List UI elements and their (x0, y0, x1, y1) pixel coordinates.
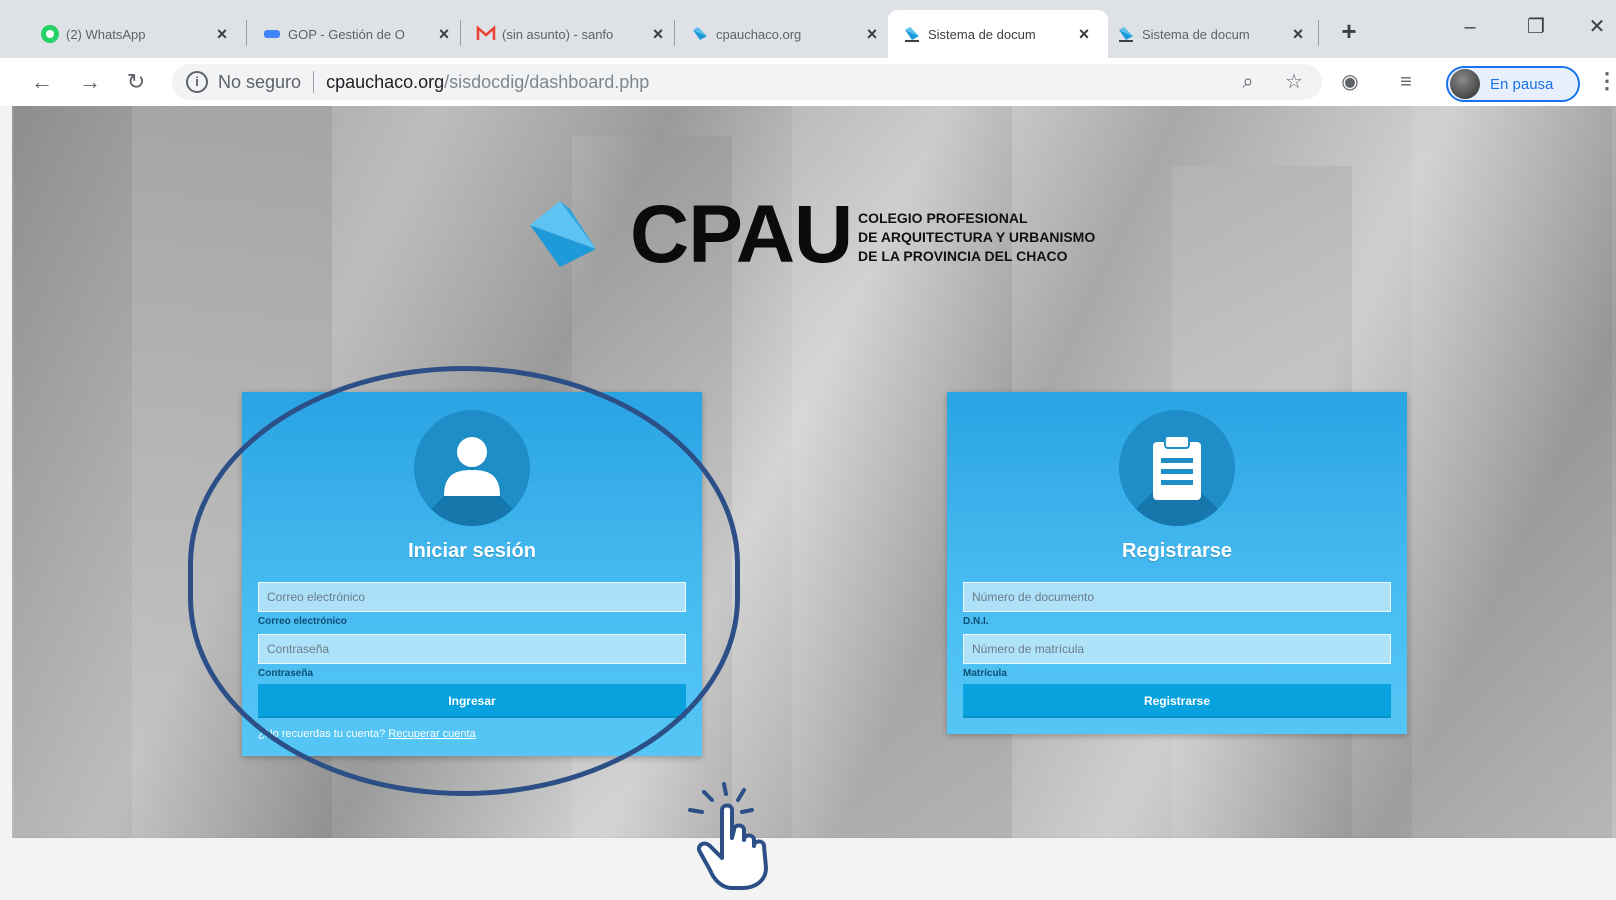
pointing-hand-icon (688, 782, 768, 890)
profile-status: En pausa (1490, 75, 1554, 93)
document-label: D.N.I. (963, 616, 989, 627)
divider (313, 71, 315, 93)
tab-sistema[interactable]: Sistema de docum × (1102, 10, 1322, 58)
page-footer (0, 838, 1616, 900)
tab-title: (2) WhatsApp (66, 26, 146, 42)
tab-cpauchaco[interactable]: cpauchaco.org × (676, 10, 896, 58)
tab-gop[interactable]: GOP - Gestión de O × (248, 10, 468, 58)
close-icon[interactable]: × (212, 24, 232, 44)
document-number-input[interactable] (963, 582, 1391, 612)
tab-separator (1318, 20, 1319, 46)
new-tab-button[interactable]: + (1334, 16, 1364, 46)
info-icon[interactable]: i (186, 71, 208, 93)
whatsapp-icon (41, 25, 59, 43)
tab-title: (sin asunto) - sanfo (502, 26, 614, 42)
tab-title: GOP - Gestión de O (288, 26, 405, 42)
tab-whatsapp[interactable]: (2) WhatsApp × (26, 10, 246, 58)
logo-subtitle-line: DE LA PROVINCIA DEL CHACO (858, 248, 1068, 264)
clipboard-icon (1153, 435, 1201, 500)
close-icon[interactable]: × (862, 24, 882, 44)
close-icon[interactable]: × (434, 24, 454, 44)
matricula-number-input[interactable] (963, 634, 1391, 664)
tab-separator (246, 20, 247, 46)
extension-icon[interactable]: ◉ (1336, 68, 1364, 96)
register-button[interactable]: Registrarse (963, 684, 1391, 718)
window-close-icon[interactable]: ✕ (1580, 12, 1614, 42)
url-host: cpauchaco.org (326, 71, 445, 92)
bookmark-star-icon[interactable]: ☆ (1280, 68, 1308, 96)
tab-sistema-active[interactable]: Sistema de docum × (888, 10, 1108, 58)
restore-icon[interactable]: ❐ (1516, 12, 1556, 42)
browser-tab-strip: (2) WhatsApp × GOP - Gestión de O × (sin… (0, 0, 1616, 58)
tab-title: Sistema de docum (928, 26, 1036, 42)
menu-icon[interactable]: ⋮ (1596, 66, 1616, 98)
avatar (1450, 69, 1480, 99)
background-building (1412, 106, 1612, 838)
profile-button[interactable]: En pausa (1446, 66, 1580, 102)
logo-subtitle-line: DE ARQUITECTURA Y URBANISMO (858, 229, 1096, 245)
security-status: No seguro (218, 71, 302, 92)
minimize-icon[interactable]: – (1450, 12, 1490, 42)
tab-gmail[interactable]: (sin asunto) - sanfo × (462, 10, 682, 58)
cpau-icon (1119, 27, 1133, 42)
zoom-search-icon[interactable]: ⌕ (1234, 68, 1262, 96)
tab-separator (674, 20, 675, 46)
browser-toolbar: ← → ↻ i No seguro cpauchaco.org/sisdocdi… (0, 58, 1616, 106)
logo-subtitle-line: COLEGIO PROFESIONAL (858, 210, 1028, 226)
logo-wordmark: CPAU (630, 189, 853, 280)
reading-list-icon[interactable]: ≡ (1392, 68, 1420, 96)
cpau-logo-mark-icon (530, 201, 596, 267)
gmail-icon (476, 25, 496, 40)
tab-separator (460, 20, 461, 46)
url-path: /sisdocdig/dashboard.php (444, 71, 650, 92)
cpau-icon (693, 27, 707, 40)
reload-icon[interactable]: ↻ (120, 66, 152, 98)
back-icon[interactable]: ← (26, 66, 58, 98)
register-card: Registrarse D.N.I. Matrícula Registrarse (947, 392, 1407, 734)
tab-title: Sistema de docum (1142, 26, 1250, 42)
tab-title: cpauchaco.org (716, 26, 802, 42)
close-icon[interactable]: × (648, 24, 668, 44)
address-bar[interactable]: i No seguro cpauchaco.org/sisdocdig/dash… (172, 64, 1322, 100)
cpau-icon (905, 27, 919, 42)
register-title: Registrarse (1121, 540, 1233, 562)
logo-subtitle: COLEGIO PROFESIONAL DE ARQUITECTURA Y UR… (858, 209, 1095, 266)
cpau-logo: CPAU COLEGIO PROFESIONAL DE ARQUITECTURA… (530, 191, 1095, 279)
close-icon[interactable]: × (1074, 24, 1094, 44)
forward-icon[interactable]: → (74, 66, 106, 98)
close-icon[interactable]: × (1288, 24, 1308, 44)
highlight-ellipse (188, 366, 740, 796)
clipboard-badge (1119, 410, 1235, 526)
gop-icon (264, 30, 280, 38)
matricula-label: Matrícula (963, 668, 1007, 679)
